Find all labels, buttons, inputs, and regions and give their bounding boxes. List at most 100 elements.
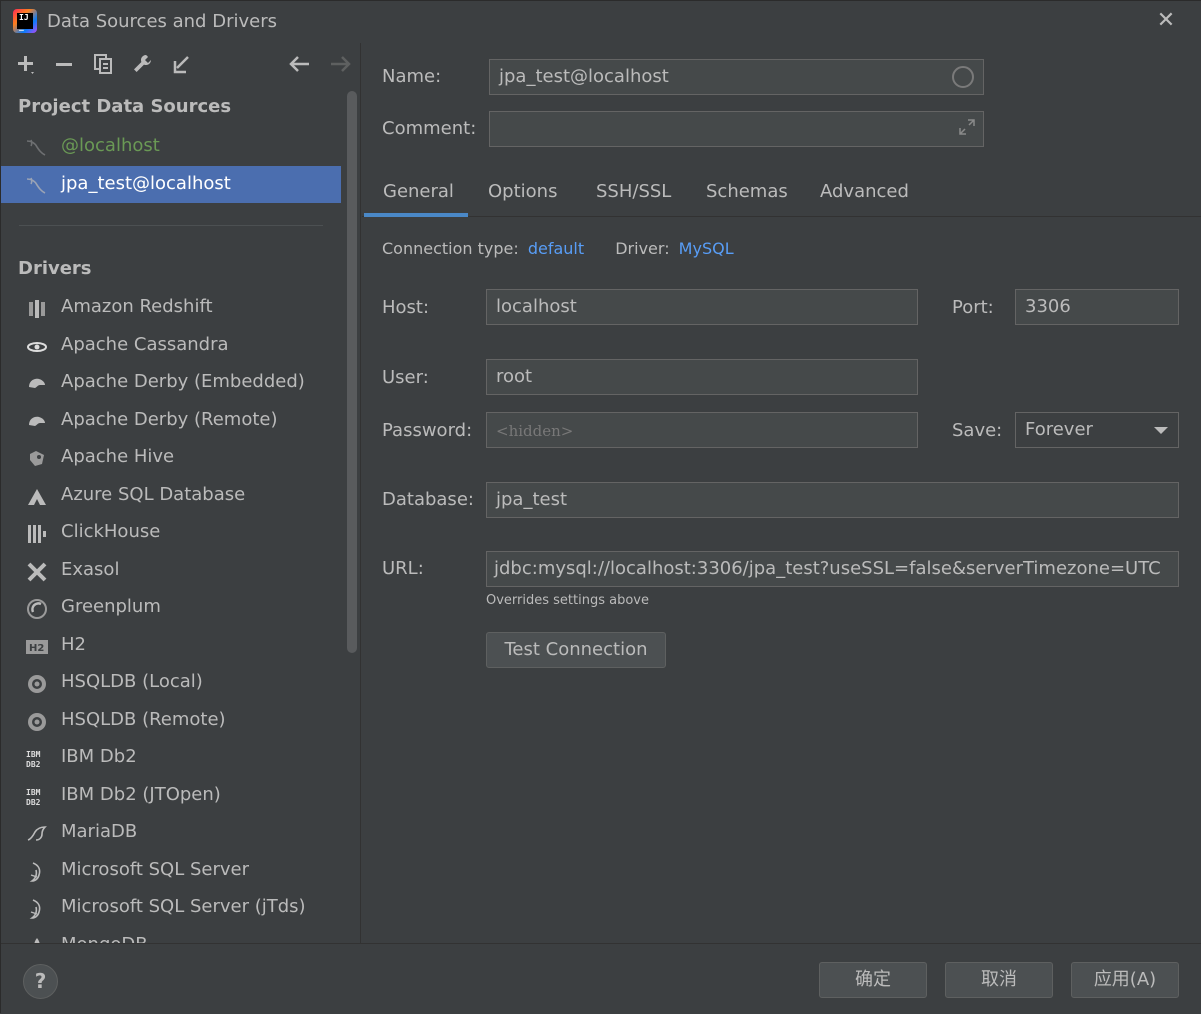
svg-text:DB2: DB2 xyxy=(26,760,41,769)
database-input[interactable]: jpa_test xyxy=(486,482,1179,518)
driver-item[interactable]: ClickHouse xyxy=(1,515,341,552)
tab-ssh-ssl[interactable]: SSH/SSL xyxy=(596,181,671,202)
mysql-icon xyxy=(25,137,47,157)
driver-item[interactable]: Microsoft SQL Server xyxy=(1,853,341,890)
redshift-icon xyxy=(25,298,49,320)
right-panel: Name: jpa_test@localhost Comment: Genera… xyxy=(362,43,1201,943)
clickhouse-icon xyxy=(25,523,49,545)
driver-item[interactable]: H2 H2 xyxy=(1,628,341,665)
driver-item[interactable]: Apache Cassandra xyxy=(1,328,341,365)
hive-icon xyxy=(25,448,49,470)
mssql-icon xyxy=(25,861,49,883)
back-arrow-icon[interactable] xyxy=(287,51,313,77)
connection-type-label: Connection type: xyxy=(382,239,519,258)
mssql-icon xyxy=(25,898,49,920)
connection-type-link[interactable]: default xyxy=(528,239,584,258)
hsqldb-icon xyxy=(25,673,49,695)
svg-text:DB2: DB2 xyxy=(26,798,41,807)
driver-item[interactable]: Apache Hive xyxy=(1,440,341,477)
driver-label: HSQLDB (Local) xyxy=(61,671,203,692)
comment-field[interactable] xyxy=(489,111,984,147)
tab-advanced[interactable]: Advanced xyxy=(820,181,909,202)
save-label: Save: xyxy=(952,420,1003,441)
driver-item[interactable]: IBM DB2 IBM Db2 (JTOpen) xyxy=(1,778,341,815)
database-label: Database: xyxy=(382,489,474,510)
driver-label: Apache Derby (Embedded) xyxy=(61,371,305,392)
driver-item[interactable]: HSQLDB (Local) xyxy=(1,665,341,702)
url-input[interactable]: jdbc:mysql://localhost:3306/jpa_test?use… xyxy=(486,551,1179,587)
color-circle-icon[interactable] xyxy=(952,66,974,88)
driver-label: Apache Derby (Remote) xyxy=(61,408,278,430)
driver-label: IBM Db2 xyxy=(61,746,137,767)
data-source-label: @localhost xyxy=(61,135,160,156)
user-input[interactable]: root xyxy=(486,359,918,395)
driver-item[interactable]: Apache Derby (Embedded) xyxy=(1,365,341,402)
apply-button[interactable]: 应用(A) xyxy=(1071,962,1179,998)
duplicate-icon[interactable] xyxy=(90,51,116,77)
remove-icon[interactable] xyxy=(51,51,77,77)
driver-item[interactable]: MariaDB xyxy=(1,815,341,852)
password-input[interactable]: <hidden> xyxy=(486,412,918,448)
name-field[interactable]: jpa_test@localhost xyxy=(489,59,984,95)
data-source-item-selected[interactable]: jpa_test@localhost xyxy=(1,166,341,203)
svg-text:H2: H2 xyxy=(29,643,44,654)
port-input[interactable]: 3306 xyxy=(1015,289,1179,325)
driver-label: Amazon Redshift xyxy=(61,296,213,317)
driver-item[interactable]: IBM DB2 IBM Db2 xyxy=(1,740,341,777)
driver-label: H2 xyxy=(61,633,86,655)
wrench-icon[interactable] xyxy=(129,51,155,77)
data-source-label: jpa_test@localhost xyxy=(61,173,231,194)
driver-label: HSQLDB (Remote) xyxy=(61,708,226,730)
driver-label: MariaDB xyxy=(61,821,138,842)
driver-item[interactable]: Greenplum xyxy=(1,590,341,627)
tab-general[interactable]: General xyxy=(383,181,454,202)
tab-bar: General Options SSH/SSL Schemas Advanced xyxy=(362,167,1201,217)
driver-link[interactable]: MySQL xyxy=(679,239,734,258)
sidebar-toolbar xyxy=(1,43,361,85)
sidebar-scrollbar[interactable] xyxy=(347,91,357,653)
hsqldb-icon xyxy=(25,711,49,733)
title-bar: IJ _ Data Sources and Drivers ✕ xyxy=(1,1,1201,43)
svg-text:IBM: IBM xyxy=(26,750,41,759)
driver-item[interactable]: HSQLDB (Remote) xyxy=(1,703,341,740)
driver-label: Driver: xyxy=(615,239,670,258)
add-icon[interactable] xyxy=(13,51,39,77)
connection-info-row: Connection type: default Driver: MySQL xyxy=(382,239,734,258)
host-input[interactable]: localhost xyxy=(486,289,918,325)
driver-label: Apache Cassandra xyxy=(61,333,229,355)
comment-label: Comment: xyxy=(382,118,477,139)
active-tab-indicator xyxy=(364,213,468,217)
port-label: Port: xyxy=(952,297,994,318)
driver-item[interactable]: Exasol xyxy=(1,553,341,590)
cassandra-icon xyxy=(25,336,49,358)
test-connection-button[interactable]: Test Connection xyxy=(486,632,666,668)
exasol-icon xyxy=(25,561,49,583)
driver-label: IBM Db2 (JTOpen) xyxy=(61,783,221,805)
driver-item[interactable]: Apache Derby (Remote) xyxy=(1,403,341,440)
db2-icon: IBM DB2 xyxy=(25,748,49,770)
driver-item[interactable]: Amazon Redshift xyxy=(1,290,341,327)
ok-button[interactable]: 确定 xyxy=(819,962,927,998)
drivers-header: Drivers xyxy=(18,258,92,279)
greenplum-icon xyxy=(25,598,49,620)
expand-icon[interactable] xyxy=(957,117,977,142)
tab-options[interactable]: Options xyxy=(488,181,557,202)
name-value: jpa_test@localhost xyxy=(499,66,669,87)
password-label: Password: xyxy=(382,420,473,441)
derby-icon xyxy=(25,373,49,395)
data-source-item[interactable]: @localhost xyxy=(1,128,341,165)
help-button[interactable]: ? xyxy=(23,964,58,999)
driver-item[interactable]: Azure SQL Database xyxy=(1,478,341,515)
import-icon[interactable] xyxy=(168,51,194,77)
save-select[interactable]: Forever xyxy=(1015,412,1179,448)
driver-label: Microsoft SQL Server (jTds) xyxy=(61,896,306,917)
divider xyxy=(19,225,323,226)
close-icon[interactable]: ✕ xyxy=(1154,9,1178,33)
cancel-button[interactable]: 取消 xyxy=(945,962,1053,998)
left-panel: Project Data Sources @localhost jpa_test… xyxy=(1,43,361,956)
intellij-app-icon: IJ _ xyxy=(13,9,37,33)
tab-schemas[interactable]: Schemas xyxy=(706,181,788,202)
driver-item[interactable]: Microsoft SQL Server (jTds) xyxy=(1,890,341,927)
driver-label: Exasol xyxy=(61,558,120,580)
forward-arrow-icon xyxy=(327,51,353,77)
